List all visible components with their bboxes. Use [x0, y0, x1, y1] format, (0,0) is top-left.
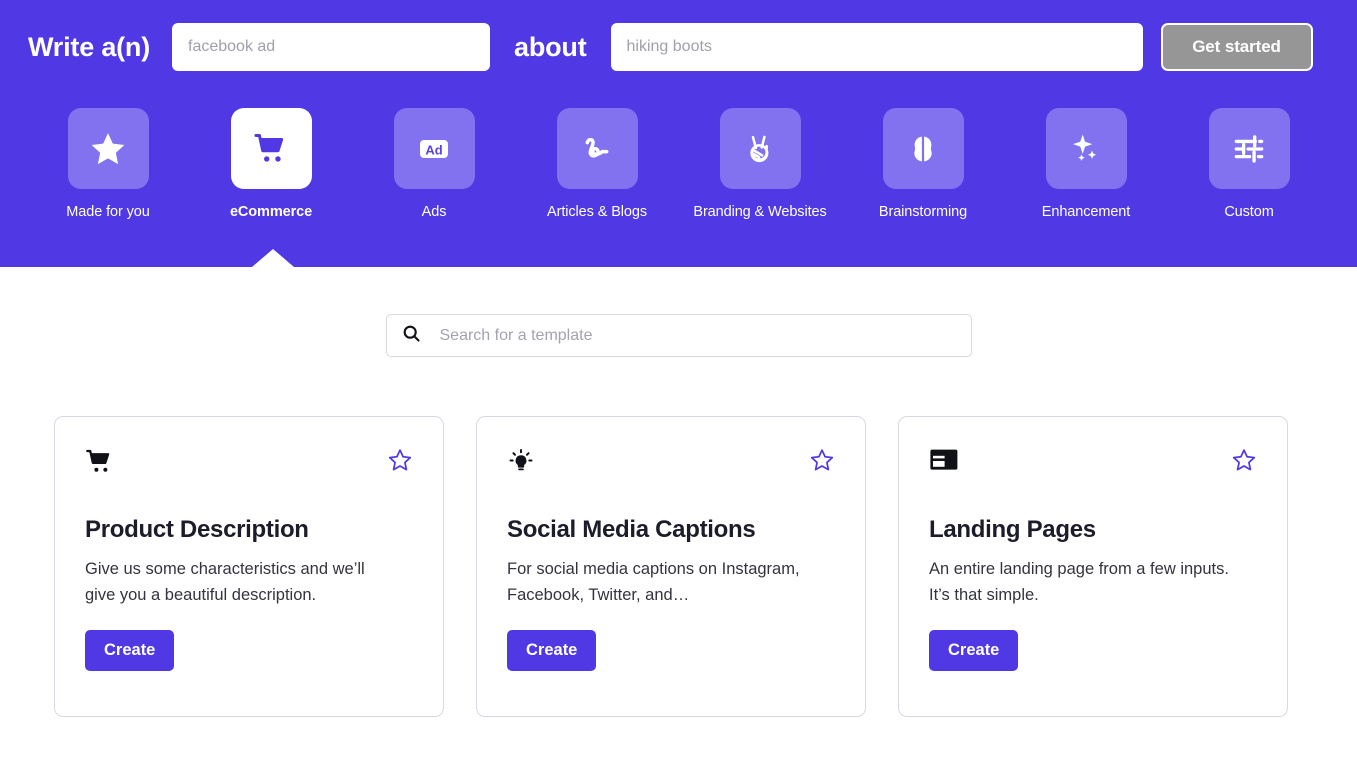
svg-text:Ad: Ad — [425, 142, 442, 157]
category-item-ecommerce[interactable]: eCommerce — [191, 108, 351, 220]
create-button[interactable]: Create — [929, 630, 1019, 672]
active-category-caret — [252, 249, 294, 267]
card-title: Product Description — [85, 516, 309, 543]
card-description: For social media captions on Instagram, … — [507, 560, 800, 604]
category-item-brainstorming[interactable]: Brainstorming — [843, 108, 1003, 220]
sparkle-icon — [1066, 129, 1106, 169]
card-description: An entire landing page from a few inputs… — [929, 560, 1229, 604]
prompt-label-lead: Write a(n) — [28, 31, 151, 62]
category-strip: Made for you eCommerce Ad Ads Articles &… — [0, 80, 1357, 220]
category-label: Made for you — [66, 204, 150, 220]
card-title: Social Media Captions — [507, 516, 756, 543]
category-tile: Ad — [393, 108, 475, 189]
category-item-branding-websites[interactable]: Branding & Websites — [680, 108, 840, 220]
card-description: Give us some characteristics and we’ll g… — [85, 560, 365, 604]
card-header — [85, 447, 413, 491]
card-header — [929, 447, 1257, 491]
ad-badge-icon: Ad — [414, 129, 454, 169]
prompt-bar: Write a(n) about Get started — [0, 0, 1357, 80]
card-header — [507, 447, 835, 491]
card-title: Landing Pages — [929, 516, 1096, 543]
sliders-icon — [1230, 130, 1268, 168]
brain-icon — [904, 130, 942, 168]
create-button[interactable]: Create — [507, 630, 597, 672]
favorite-star-icon[interactable] — [1231, 447, 1257, 473]
template-search-box[interactable] — [385, 314, 972, 357]
search-input[interactable] — [439, 326, 957, 345]
template-card[interactable]: Product Description Give us some charact… — [54, 416, 444, 717]
favorite-star-icon[interactable] — [387, 447, 413, 473]
category-label: Custom — [1224, 204, 1274, 220]
content-type-input[interactable] — [172, 23, 491, 71]
category-label: Articles & Blogs — [547, 204, 647, 220]
category-label: Brainstorming — [878, 204, 968, 220]
template-card[interactable]: Landing Pages An entire landing page fro… — [898, 416, 1288, 717]
topic-input[interactable] — [610, 23, 1143, 71]
hero-section: Write a(n) about Get started Made for yo… — [0, 0, 1357, 267]
get-started-button[interactable]: Get started — [1160, 23, 1313, 71]
category-item-enhancement[interactable]: Enhancement — [1006, 108, 1166, 220]
create-button[interactable]: Create — [85, 630, 175, 672]
star-icon — [88, 129, 128, 169]
category-tile — [882, 108, 964, 189]
category-tile — [556, 108, 638, 189]
favorite-star-icon[interactable] — [809, 447, 835, 473]
category-tile — [1045, 108, 1127, 189]
category-item-custom[interactable]: Custom — [1169, 108, 1329, 220]
search-icon — [401, 323, 422, 349]
peace-hand-icon — [741, 130, 779, 168]
template-card[interactable]: Social Media Captions For social media c… — [476, 416, 866, 717]
category-item-ads[interactable]: Ad Ads — [354, 108, 514, 220]
category-tile — [67, 108, 149, 189]
category-label: Enhancement — [1041, 204, 1131, 220]
shopping-cart-icon — [252, 130, 290, 168]
search-section — [0, 267, 1357, 357]
category-item-made-for-you[interactable]: Made for you — [28, 108, 188, 220]
template-card-grid: Product Description Give us some charact… — [0, 357, 1357, 717]
category-label: Branding & Websites — [693, 204, 827, 220]
category-tile — [230, 108, 312, 189]
category-item-articles-blogs[interactable]: Articles & Blogs — [517, 108, 677, 220]
lightbulb-icon — [507, 447, 535, 480]
category-label: eCommerce — [229, 204, 313, 220]
shopping-cart-icon — [85, 447, 115, 482]
category-label: Ads — [421, 204, 447, 220]
layout-icon — [929, 447, 959, 478]
prompt-label-about: about — [514, 31, 587, 62]
category-tile — [1208, 108, 1290, 189]
squiggle-icon — [577, 129, 617, 169]
category-tile — [719, 108, 801, 189]
